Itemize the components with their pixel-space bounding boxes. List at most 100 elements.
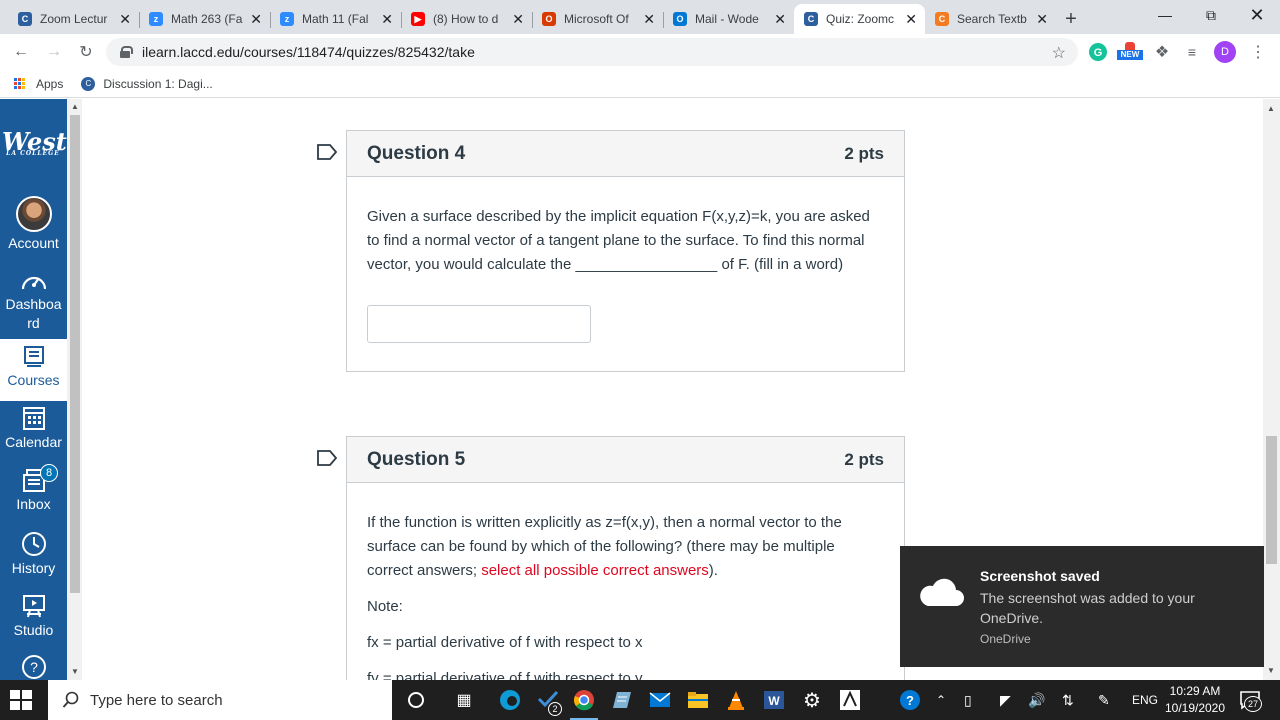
svg-text:?: ? bbox=[906, 693, 914, 708]
flag-question-icon[interactable] bbox=[317, 450, 337, 466]
nav-account-label: Account bbox=[8, 235, 59, 251]
tray-chevron-icon[interactable]: ⌃ bbox=[936, 680, 946, 720]
visual-studio-badge: 2 bbox=[548, 702, 562, 716]
close-tab-icon[interactable]: ✕ bbox=[250, 11, 262, 28]
onedrive-notification[interactable]: Screenshot saved The screenshot was adde… bbox=[900, 546, 1264, 667]
reload-icon[interactable]: ↻ bbox=[74, 40, 98, 64]
forward-arrow-icon[interactable]: → bbox=[42, 40, 66, 64]
settings-gear-icon[interactable]: ⚙ bbox=[800, 688, 824, 712]
question-4-header: Question 4 2 pts bbox=[347, 131, 904, 177]
nav-studio[interactable]: Studio bbox=[0, 593, 67, 640]
close-tab-icon[interactable]: ✕ bbox=[381, 11, 393, 28]
close-tab-icon[interactable]: ✕ bbox=[905, 11, 917, 28]
battery-icon[interactable]: ▯ bbox=[964, 680, 972, 720]
help-tray-icon[interactable]: ? bbox=[898, 688, 922, 712]
browser-tab[interactable]: z Math 11 (Fal ✕ bbox=[270, 4, 401, 34]
page-scroll-thumb[interactable] bbox=[1266, 436, 1277, 564]
nav-inbox[interactable]: 8 Inbox bbox=[0, 464, 67, 514]
notification-body: The screenshot was added to your OneDriv… bbox=[980, 590, 1195, 626]
nav-dashboard[interactable]: Dashboa rd bbox=[0, 269, 67, 333]
tab-title: Microsoft Of bbox=[564, 12, 629, 26]
nav-history-label: History bbox=[11, 560, 56, 576]
chrome-icon[interactable] bbox=[572, 688, 596, 712]
extension-new-icon[interactable]: NEW bbox=[1116, 42, 1144, 62]
clock-date: 10/19/2020 bbox=[1164, 701, 1226, 715]
vlc-icon[interactable] bbox=[724, 688, 748, 712]
reading-list-icon[interactable]: ≡ bbox=[1182, 42, 1202, 62]
volume-icon[interactable]: 🔊 bbox=[1028, 680, 1045, 720]
sidebar-scrollbar[interactable]: ▲ ▼ bbox=[67, 99, 82, 680]
nav-calendar[interactable]: Calendar bbox=[0, 405, 67, 452]
grammarly-icon[interactable]: G bbox=[1088, 42, 1108, 62]
network-transfer-icon[interactable]: ⇅ bbox=[1062, 680, 1074, 720]
nav-account[interactable]: Account bbox=[0, 196, 67, 253]
close-tab-icon[interactable]: ✕ bbox=[1036, 11, 1048, 28]
nav-courses[interactable]: Courses bbox=[0, 339, 67, 401]
browser-tab[interactable]: ▶ (8) How to d ✕ bbox=[401, 4, 532, 34]
close-tab-icon[interactable]: ✕ bbox=[119, 11, 131, 28]
minimize-button[interactable]: — bbox=[1142, 0, 1188, 30]
cortana-icon[interactable] bbox=[404, 688, 428, 712]
scroll-up-arrow-icon[interactable]: ▲ bbox=[71, 102, 79, 111]
language-indicator[interactable]: ENG bbox=[1132, 680, 1158, 720]
bookmark-apps[interactable]: Apps bbox=[14, 77, 63, 91]
extensions-puzzle-icon[interactable]: ❖ bbox=[1152, 42, 1172, 62]
mail-icon[interactable] bbox=[648, 688, 672, 712]
browser-tab[interactable]: z Math 263 (Fa ✕ bbox=[139, 4, 270, 34]
nav-history[interactable]: History bbox=[0, 531, 67, 578]
menu-kebab-icon[interactable]: ⋮ bbox=[1248, 42, 1268, 62]
notification-title: Screenshot saved bbox=[980, 568, 1100, 584]
lock-icon[interactable] bbox=[120, 46, 133, 58]
taskbar-search-box[interactable]: Type here to search bbox=[48, 680, 392, 720]
tab-title: Search Textb bbox=[957, 12, 1027, 26]
close-tab-icon[interactable]: ✕ bbox=[512, 11, 524, 28]
clock[interactable]: 10:29 AM 10/19/2020 bbox=[1160, 683, 1230, 717]
bookmarks-bar: Apps C Discussion 1: Dagi... bbox=[0, 70, 1280, 98]
bookmark-star-icon[interactable]: ☆ bbox=[1052, 43, 1066, 63]
close-tab-icon[interactable]: ✕ bbox=[774, 11, 786, 28]
tab-favicon-icon: ▶ bbox=[411, 12, 425, 26]
pen-icon[interactable]: ✎ bbox=[1098, 680, 1110, 720]
browser-tab[interactable]: C Zoom Lectur ✕ bbox=[8, 4, 139, 34]
restore-button[interactable]: ⧉ bbox=[1188, 0, 1234, 30]
file-explorer-icon[interactable] bbox=[686, 688, 710, 712]
scroll-up-arrow-icon[interactable]: ▲ bbox=[1267, 104, 1275, 113]
windows-start-icon[interactable] bbox=[10, 690, 32, 710]
search-icon bbox=[62, 691, 79, 708]
action-center-icon[interactable]: 27 bbox=[1238, 688, 1262, 712]
profile-avatar[interactable]: D bbox=[1214, 41, 1236, 63]
browser-tab[interactable]: O Microsoft Of ✕ bbox=[532, 4, 663, 34]
sidebar-scroll-thumb[interactable] bbox=[70, 115, 80, 593]
back-arrow-icon[interactable]: ← bbox=[9, 40, 33, 64]
college-logo[interactable]: West LA COLLEGE bbox=[2, 127, 67, 163]
visual-studio-icon[interactable]: 2 bbox=[536, 688, 562, 716]
acrobat-icon[interactable] bbox=[838, 688, 862, 712]
wifi-icon[interactable]: ◤ bbox=[1000, 680, 1011, 720]
close-tab-icon[interactable]: ✕ bbox=[643, 11, 655, 28]
task-view-icon[interactable]: ▦ bbox=[452, 688, 476, 712]
logo-subtext: LA COLLEGE bbox=[6, 150, 60, 157]
edge-browser-icon[interactable] bbox=[498, 688, 522, 712]
question-4-answer-input[interactable] bbox=[367, 305, 591, 343]
close-window-button[interactable]: ✕ bbox=[1234, 0, 1280, 30]
tab-favicon-icon: z bbox=[149, 12, 163, 26]
browser-tab[interactable]: C Quiz: Zoomc ✕ bbox=[794, 4, 925, 34]
tab-title: Math 263 (Fa bbox=[171, 12, 243, 26]
question-4-text: Given a surface described by the implici… bbox=[367, 208, 870, 273]
browser-tab[interactable]: O Mail - Wode ✕ bbox=[663, 4, 794, 34]
word-icon[interactable]: W bbox=[762, 688, 786, 712]
new-tab-button[interactable]: + bbox=[1056, 4, 1086, 34]
bookmark-discussion[interactable]: C Discussion 1: Dagi... bbox=[81, 76, 213, 91]
scroll-down-arrow-icon[interactable]: ▼ bbox=[71, 667, 79, 676]
address-bar[interactable]: ilearn.laccd.edu/courses/118474/quizzes/… bbox=[106, 38, 1078, 66]
scroll-down-arrow-icon[interactable]: ▼ bbox=[1267, 666, 1275, 675]
notepad-app-icon[interactable] bbox=[610, 688, 634, 712]
url-text[interactable]: ilearn.laccd.edu/courses/118474/quizzes/… bbox=[142, 44, 475, 60]
browser-tab[interactable]: C Search Textb ✕ bbox=[925, 4, 1056, 34]
help-question-icon: ? bbox=[21, 655, 46, 679]
dashboard-gauge-icon bbox=[21, 276, 46, 290]
tab-title: Quiz: Zoomc bbox=[826, 12, 895, 26]
page-scrollbar[interactable]: ▲ ▼ bbox=[1263, 99, 1280, 680]
nav-help[interactable]: ? bbox=[0, 654, 67, 682]
flag-question-icon[interactable] bbox=[317, 144, 337, 160]
